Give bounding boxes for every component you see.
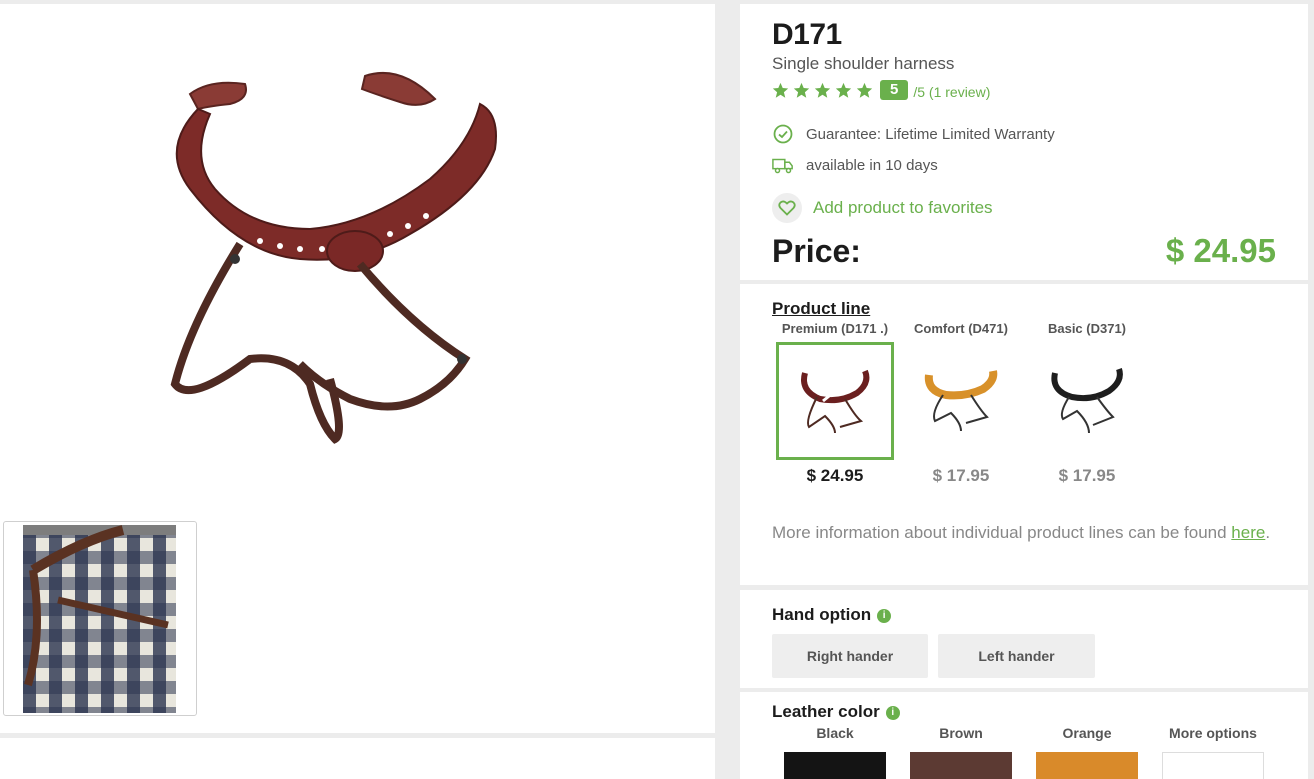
variant-price: $ 17.95: [1058, 466, 1116, 485]
star-icon: [856, 82, 873, 98]
variant-basic[interactable]: Basic (D371) $ 17.95: [1026, 321, 1148, 486]
variant-price: $ 24.95: [806, 466, 864, 485]
thumbnail-image: [23, 525, 176, 713]
add-to-favorites-button[interactable]: Add product to favorites: [772, 193, 993, 223]
favorites-label: Add product to favorites: [813, 198, 993, 217]
leather-color-title: Leather color i: [772, 702, 900, 722]
main-product-image[interactable]: [150, 54, 530, 464]
price-label: Price:: [772, 233, 861, 269]
info-icon[interactable]: i: [885, 706, 900, 720]
guarantee-text: Guarantee: Lifetime Limited Warranty: [806, 125, 1055, 143]
hand-option-label: Hand option: [772, 605, 872, 624]
gallery-footer: [0, 738, 715, 779]
variant-comfort[interactable]: Comfort (D471) $ 17.95: [900, 321, 1022, 486]
more-info-text: More information about individual produc…: [772, 523, 1232, 542]
hand-option-title: Hand option i: [772, 605, 892, 625]
product-line-info: More information about individual produc…: [772, 521, 1272, 544]
leather-color-label: Leather color: [772, 702, 880, 721]
more-info-end: .: [1265, 523, 1271, 542]
star-icon: [772, 82, 789, 98]
product-line-section: Product line Premium (D171 .) $ 24.95 Co…: [740, 284, 1308, 585]
color-option-orange[interactable]: Orange: [1035, 725, 1139, 779]
availability-row: available in 10 days: [772, 154, 938, 176]
color-name: Black: [816, 725, 854, 741]
color-name: More options: [1169, 725, 1257, 741]
more-info-link[interactable]: here: [1231, 523, 1265, 542]
color-swatch: [784, 752, 886, 779]
price-value: $ 24.95: [1165, 232, 1276, 269]
color-swatch: [910, 752, 1012, 779]
right-hander-button[interactable]: Right hander: [772, 634, 928, 678]
variant-price: $ 17.95: [932, 466, 990, 485]
color-name: Brown: [939, 725, 983, 741]
variant-image: [902, 342, 1020, 460]
product-line-title[interactable]: Product line: [772, 299, 870, 319]
variant-image: [776, 342, 894, 460]
color-option-more[interactable]: More options: [1161, 725, 1265, 779]
variant-name: Comfort (D471): [914, 321, 1008, 336]
info-icon[interactable]: i: [877, 609, 892, 623]
variant-name: Premium (D171 .): [781, 321, 889, 336]
variant-image: [1028, 342, 1146, 460]
product-summary: D171 Single shoulder harness 5 /5 (1 rev…: [740, 4, 1308, 280]
product-gallery: [0, 4, 715, 733]
availability-text: available in 10 days: [806, 156, 938, 174]
thumbnail-worn-harness[interactable]: [3, 521, 197, 716]
rating-reviews-link[interactable]: /5 (1 review): [913, 84, 990, 100]
star-icon: [793, 82, 810, 98]
hand-option-section: Hand option i Right hander Left hander: [740, 590, 1308, 688]
guarantee-row: Guarantee: Lifetime Limited Warranty: [772, 123, 1055, 145]
variant-premium[interactable]: Premium (D171 .) $ 24.95: [774, 321, 896, 486]
color-name: Orange: [1062, 725, 1112, 741]
heart-icon: [772, 193, 802, 223]
check-circle-icon: [773, 124, 793, 144]
star-icon: [814, 82, 831, 98]
color-swatch: [1162, 752, 1264, 779]
truck-icon: [772, 158, 793, 174]
color-swatch: [1036, 752, 1138, 779]
color-option-brown[interactable]: Brown: [909, 725, 1013, 779]
product-code: D171: [772, 18, 842, 51]
star-icon: [835, 82, 852, 98]
variant-name: Basic (D371): [1047, 321, 1127, 336]
left-hander-button[interactable]: Left hander: [938, 634, 1095, 678]
color-option-black[interactable]: Black: [783, 725, 887, 779]
product-subtitle: Single shoulder harness: [772, 54, 955, 73]
rating-score-badge: 5: [880, 80, 909, 100]
leather-color-section: Leather color i Black Brown Orange More o…: [740, 692, 1308, 779]
product-rating[interactable]: 5 /5 (1 review): [772, 80, 990, 100]
